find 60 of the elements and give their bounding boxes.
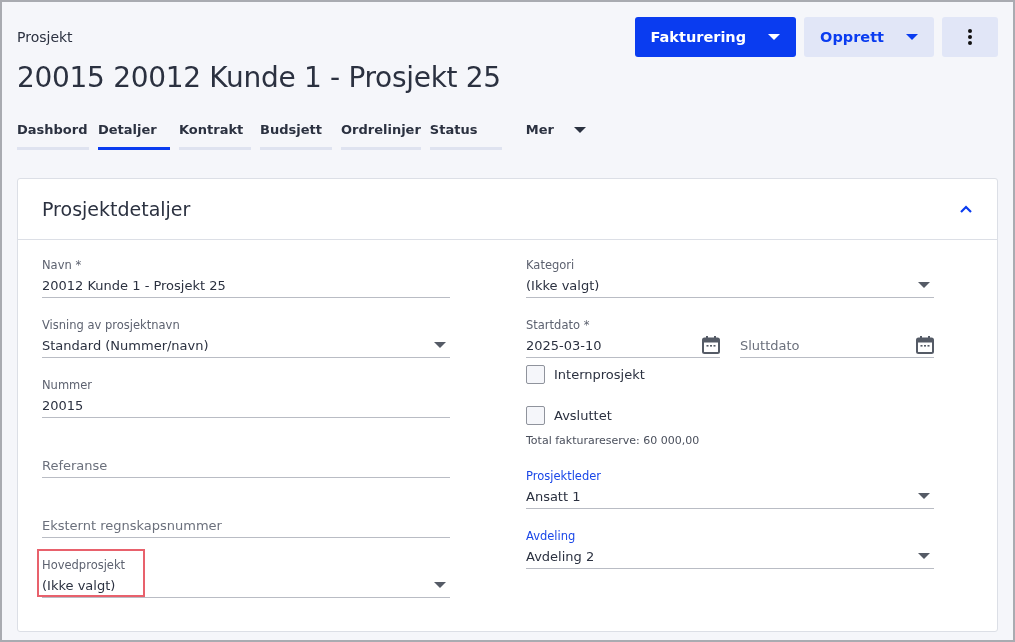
tab[interactable]: Ordrelinjer	[341, 122, 421, 150]
reserve-note: Total fakturareserve: 60 000,00	[526, 434, 701, 447]
tab[interactable]: Dashbord	[17, 122, 89, 150]
field-label: Avdeling	[526, 529, 577, 544]
dropdown-button[interactable]: Opprett	[804, 17, 934, 57]
checkbox-label: Internprosjekt	[554, 366, 645, 382]
page-title: 20015 20012 Kunde 1 - Prosjekt 25	[17, 61, 501, 94]
field-value: 20015	[42, 397, 84, 413]
caret-icon	[768, 34, 781, 40]
field-value: Avdeling 2	[526, 548, 595, 564]
field-label: Navn *	[42, 258, 83, 273]
collapse-button[interactable]	[959, 204, 973, 214]
field-label: Prosjektleder	[526, 469, 603, 484]
card-title: Prosjektdetaljer	[42, 198, 191, 220]
tab[interactable]: Kontrakt	[179, 122, 251, 150]
select-field[interactable]: Avdeling Avdeling 2	[526, 527, 934, 569]
field-value: 2025-03-10	[526, 337, 602, 353]
field-value: (Ikke valgt)	[42, 577, 116, 593]
field-value: 20012 Kunde 1 - Prosjekt 25	[42, 277, 226, 293]
select-field[interactable]: Visning av prosjektnavn Standard (Nummer/navn)	[42, 316, 450, 358]
input-field[interactable]: Navn * 20012 Kunde 1 - Prosjekt 25	[42, 256, 450, 298]
caret-icon	[918, 493, 930, 499]
input-field[interactable]: Nummer 20015	[42, 376, 450, 418]
field-value: Standard (Nummer/navn)	[42, 337, 209, 353]
breadcrumb: Prosjekt	[17, 29, 74, 45]
field-placeholder: Eksternt regnskapsnummer	[42, 517, 222, 533]
caret-icon	[574, 126, 587, 133]
checkbox-label: Avsluttet	[554, 407, 612, 423]
field-label: Visning av prosjektnavn	[42, 318, 181, 333]
chevron-icon	[959, 204, 973, 214]
field-label: Startdato *	[526, 318, 591, 333]
caret-icon	[918, 282, 930, 288]
checkbox[interactable]	[526, 364, 545, 384]
field-value: Ansatt 1	[526, 488, 581, 504]
input-field[interactable]: Eksternt regnskapsnummer	[42, 496, 450, 538]
field-label: Hovedprosjekt	[42, 558, 127, 573]
field-label: Nummer	[42, 378, 94, 393]
select-field[interactable]: Hovedprosjekt (Ikke valgt)	[42, 556, 450, 598]
field-value: (Ikke valgt)	[526, 277, 600, 293]
caret-icon	[434, 342, 446, 348]
field-placeholder: Sluttdato	[740, 337, 800, 353]
more-tab[interactable]: Mer	[510, 122, 587, 150]
caret-icon	[906, 34, 918, 40]
tab[interactable]: Budsjett	[260, 122, 332, 150]
dropdown-button[interactable]: Fakturering	[634, 17, 797, 57]
tab[interactable]: Detaljer	[98, 122, 170, 150]
select-field[interactable]: Prosjektleder Ansatt 1	[526, 467, 934, 509]
tab[interactable]: Status	[429, 122, 502, 150]
input-field[interactable]: Sluttdato	[740, 316, 934, 358]
input-field[interactable]: Referanse	[42, 436, 450, 478]
caret-icon	[434, 582, 446, 588]
caret-icon	[918, 553, 930, 559]
calendar-icon[interactable]	[702, 336, 720, 354]
checkbox[interactable]	[526, 405, 545, 425]
kebab-icon	[968, 29, 972, 45]
field-placeholder: Referanse	[42, 457, 108, 473]
calendar-icon[interactable]	[916, 336, 934, 354]
field-label: Kategori	[526, 258, 576, 273]
select-field[interactable]: Kategori (Ikke valgt)	[526, 256, 934, 298]
input-field[interactable]: Startdato * 2025-03-10	[526, 316, 720, 358]
